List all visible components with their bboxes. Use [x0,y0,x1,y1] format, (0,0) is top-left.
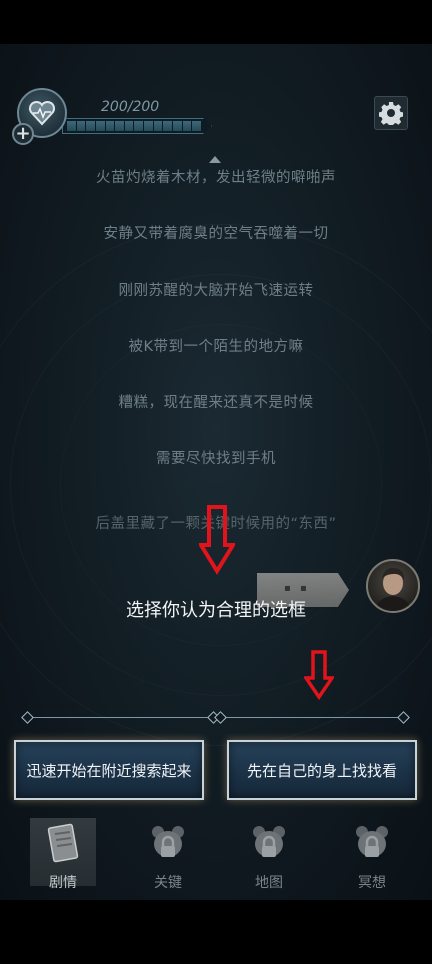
choice-prompt: 选择你认为合理的选框 [126,600,306,621]
game-screen: + 200/200 火苗灼烧着木材，发出轻微的噼啪声 安静又带着腐臭的空气吞噬着… [0,44,432,900]
tab-label: 关键 [154,875,182,891]
locked-bear-icon [253,826,285,857]
tab-label: 冥想 [358,875,386,891]
divider [21,711,410,724]
locked-bear-icon [356,826,388,857]
choice-search-self-button[interactable]: 先在自己的身上找找看 [227,740,417,800]
settings-button[interactable] [374,96,408,130]
choice-search-nearby-button[interactable]: 迅速开始在附近搜索起来 [14,740,204,800]
story-line: 安静又带着腐臭的空气吞噬着一切 [103,226,329,242]
red-arrow-icon [304,650,334,700]
health-value: 200/200 [101,99,160,115]
phone-item-detail: ▪ ▪ [284,583,310,594]
notebook-icon [47,823,79,863]
plus-icon: + [15,123,31,144]
tab-meditate[interactable]: 冥想 [337,822,407,892]
heart-icon [28,100,56,126]
story-line: 被K带到一个陌生的地方嘛 [128,339,304,355]
choice-label: 先在自己的身上找找看 [246,761,397,780]
gear-icon [379,102,403,125]
red-arrow-icon [199,505,235,575]
tab-key[interactable]: 关键 [133,822,203,892]
add-health-button[interactable]: + [12,123,34,145]
story-line: 刚刚苏醒的大脑开始飞速运转 [118,283,314,299]
story-line: 需要尽快找到手机 [156,451,276,467]
scroll-up-icon[interactable] [209,156,221,163]
tab-story[interactable]: 剧情 [28,822,98,892]
locked-bear-icon [152,826,184,857]
tab-label: 地图 [255,875,283,891]
story-line: 火苗灼烧着木材，发出轻微的噼啪声 [96,170,336,186]
story-line: 糟糕，现在醒来还真不是时候 [118,395,314,411]
health-bar [62,118,212,134]
tab-label: 剧情 [49,875,77,891]
choice-label: 迅速开始在附近搜索起来 [26,761,192,780]
tab-map[interactable]: 地图 [234,822,304,892]
